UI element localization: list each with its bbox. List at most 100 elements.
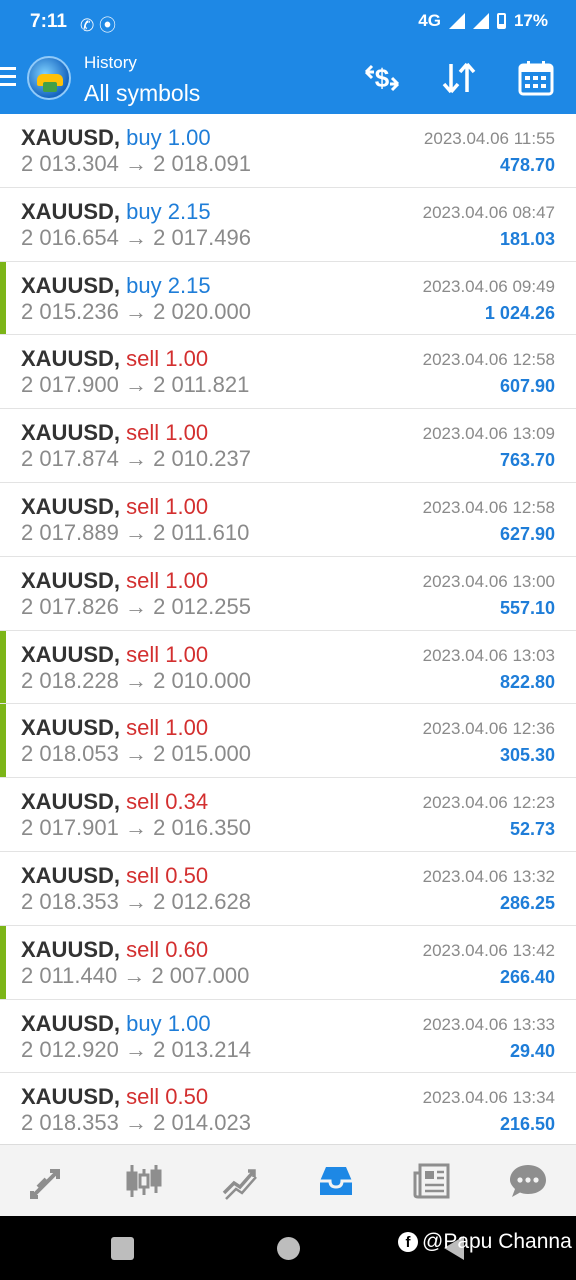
trade-symbol: XAUUSD, xyxy=(21,715,121,741)
trade-row[interactable]: XAUUSD, sell 0.50 2 018.353 → 2 014.023 20… xyxy=(0,1073,576,1148)
watermark: f @Papu Channa xyxy=(398,1230,572,1254)
trade-datetime: 2023.04.06 12:36 xyxy=(422,719,555,739)
trade-prices: 2 013.304 → 2 018.091 xyxy=(21,151,251,176)
tab-chart[interactable] xyxy=(114,1151,174,1211)
trade-row[interactable]: XAUUSD, sell 1.00 2 017.900 → 2 011.821 20… xyxy=(0,335,576,410)
trade-datetime: 2023.04.06 11:55 xyxy=(423,129,555,148)
trade-history-list: XAUUSD, buy 1.00 2 013.304 → 2 018.091 202… xyxy=(0,114,576,1148)
trade-datetime: 2023.04.06 13:32 xyxy=(422,866,555,886)
calendar-button[interactable] xyxy=(514,58,558,98)
trade-volume: 1.00 xyxy=(167,1010,211,1036)
trade-row[interactable]: XAUUSD, sell 0.50 2 018.353 → 2 012.628 20… xyxy=(0,852,576,926)
trade-row[interactable]: XAUUSD, buy 2.15 2 016.654 → 2 017.496 202… xyxy=(0,188,576,262)
svg-text:$: $ xyxy=(375,63,390,93)
trade-profit: 181.03 xyxy=(499,228,555,249)
trade-symbol: XAUUSD, xyxy=(21,1010,121,1036)
trade-prices: 2 018.353 → 2 012.628 xyxy=(21,888,251,914)
trade-volume: 1.00 xyxy=(165,567,209,593)
trade-row[interactable]: XAUUSD, sell 1.00 2 017.889 → 2 011.610 20… xyxy=(0,483,576,557)
trade-profit: 627.90 xyxy=(499,523,555,544)
trade-volume: 1.00 xyxy=(165,715,209,741)
trade-datetime: 2023.04.06 12:58 xyxy=(422,497,555,517)
tab-history[interactable] xyxy=(306,1151,366,1211)
status-indicators: 4G 17% xyxy=(418,11,548,31)
calendar-icon xyxy=(518,61,554,96)
trade-volume: 2.15 xyxy=(167,272,211,298)
trade-symbol: XAUUSD, xyxy=(21,420,121,446)
trade-row[interactable]: XAUUSD, sell 1.00 2 017.874 → 2 010.237 20… xyxy=(0,409,576,483)
quotes-arrows-icon xyxy=(30,1168,60,1199)
deposit-withdraw-button[interactable]: $ xyxy=(360,58,404,98)
trade-datetime: 2023.04.06 12:23 xyxy=(422,793,555,813)
trade-side: sell xyxy=(126,789,160,815)
tab-news[interactable] xyxy=(402,1151,462,1211)
trade-volume: 1.00 xyxy=(167,125,211,150)
trade-symbol: XAUUSD, xyxy=(21,198,121,224)
status-time: 7:11 xyxy=(30,11,67,32)
trade-row[interactable]: XAUUSD, buy 1.00 2 013.304 → 2 018.091 202… xyxy=(0,114,576,188)
trade-symbol: XAUUSD, xyxy=(21,1084,121,1110)
trade-volume: 1.00 xyxy=(165,420,209,446)
signal-icon-2 xyxy=(472,13,489,29)
candlestick-chart-icon xyxy=(126,1164,162,1197)
trade-symbol: XAUUSD, xyxy=(21,272,121,298)
trade-symbol-line: XAUUSD, sell 1.00 xyxy=(21,494,208,520)
trade-datetime: 2023.04.06 13:09 xyxy=(422,424,555,444)
trade-trend-icon xyxy=(222,1168,257,1200)
trade-symbol-line: XAUUSD, sell 1.00 xyxy=(21,642,208,668)
tab-quotes[interactable] xyxy=(18,1151,78,1211)
trade-symbol-line: XAUUSD, sell 1.00 xyxy=(21,346,208,372)
trade-row[interactable]: XAUUSD, sell 1.00 2 017.826 → 2 012.255 20… xyxy=(0,557,576,631)
trade-side: sell xyxy=(126,420,160,446)
trade-symbol-line: XAUUSD, sell 0.60 xyxy=(21,937,208,963)
sort-button[interactable] xyxy=(437,58,481,98)
trade-side: buy xyxy=(126,125,162,150)
trade-symbol-line: XAUUSD, sell 0.50 xyxy=(21,863,208,889)
trade-symbol: XAUUSD, xyxy=(21,789,121,815)
trade-volume: 0.50 xyxy=(165,1084,209,1110)
trade-side: sell xyxy=(126,567,160,593)
facebook-icon: f xyxy=(398,1232,418,1252)
trade-symbol-line: XAUUSD, buy 2.15 xyxy=(21,199,211,225)
trade-symbol: XAUUSD, xyxy=(21,346,121,372)
trade-prices: 2 017.900 → 2 011.821 xyxy=(21,372,250,398)
trade-volume: 1.00 xyxy=(165,493,209,519)
trade-profit: 266.40 xyxy=(499,966,555,987)
menu-icon[interactable] xyxy=(0,67,16,86)
trade-symbol: XAUUSD, xyxy=(21,567,121,593)
trade-volume: 2.15 xyxy=(167,198,211,224)
trade-profit: 607.90 xyxy=(499,376,555,397)
trade-symbol-line: XAUUSD, sell 1.00 xyxy=(21,568,208,594)
trade-volume: 1.00 xyxy=(165,346,209,372)
trade-prices: 2 015.236 → 2 020.000 xyxy=(21,298,251,324)
trade-prices: 2 017.901 → 2 016.350 xyxy=(21,815,251,841)
trade-prices: 2 018.353 → 2 014.023 xyxy=(21,1110,251,1136)
trade-side: buy xyxy=(126,198,162,224)
appbar-title[interactable]: All symbols xyxy=(84,80,200,107)
trade-side: sell xyxy=(126,862,160,888)
trade-symbol: XAUUSD, xyxy=(21,493,121,519)
trade-side: sell xyxy=(126,641,160,667)
trade-row[interactable]: XAUUSD, buy 1.00 2 012.920 → 2 013.214 202… xyxy=(0,1000,576,1074)
trade-datetime: 2023.04.06 13:33 xyxy=(422,1014,555,1034)
signal-icon xyxy=(448,13,465,29)
trade-row[interactable]: XAUUSD, buy 2.15 2 015.236 → 2 020.000 202… xyxy=(0,261,576,336)
home-button[interactable] xyxy=(277,1237,300,1260)
trade-prices: 2 016.654 → 2 017.496 xyxy=(21,224,251,250)
trade-symbol-line: XAUUSD, sell 0.34 xyxy=(21,789,208,815)
trade-row[interactable]: XAUUSD, sell 1.00 2 018.053 → 2 015.000 20… xyxy=(0,704,576,779)
recent-apps-button[interactable] xyxy=(111,1237,134,1260)
trade-row[interactable]: XAUUSD, sell 0.34 2 017.901 → 2 016.350 20… xyxy=(0,778,576,852)
trade-symbol-line: XAUUSD, sell 1.00 xyxy=(21,420,208,446)
trade-symbol-line: XAUUSD, sell 0.50 xyxy=(21,1084,208,1110)
trade-volume: 0.34 xyxy=(165,789,209,815)
system-nav-bar: f @Papu Channa xyxy=(0,1216,576,1280)
tab-trade[interactable] xyxy=(210,1151,270,1211)
trade-profit: 216.50 xyxy=(499,1114,555,1135)
trade-side: buy xyxy=(126,1010,162,1036)
trade-datetime: 2023.04.06 13:03 xyxy=(422,645,555,665)
trade-row[interactable]: XAUUSD, sell 1.00 2 018.228 → 2 010.000 20… xyxy=(0,630,576,705)
newspaper-icon xyxy=(413,1163,450,1198)
trade-row[interactable]: XAUUSD, sell 0.60 2 011.440 → 2 007.000 20… xyxy=(0,925,576,1000)
tab-messages[interactable] xyxy=(498,1151,558,1211)
